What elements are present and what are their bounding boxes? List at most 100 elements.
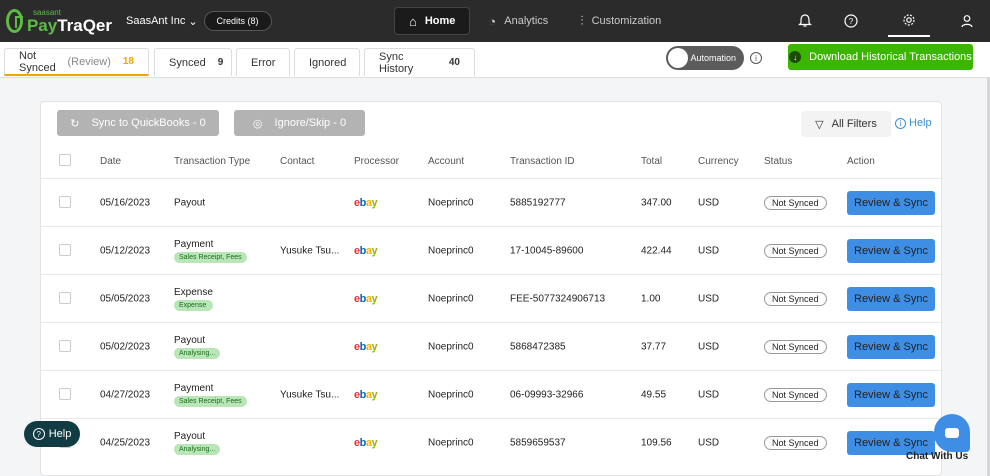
cell-transaction-type: Payment Sales Receipt, Fees [174, 239, 247, 263]
ignore-skip-button[interactable]: ◎ Ignore/Skip - 0 [234, 110, 365, 136]
row-checkbox[interactable] [59, 388, 71, 400]
logo[interactable]: saasant PayTraQer [6, 8, 112, 35]
cell-account: Noeprinc0 [428, 341, 474, 352]
tab-error[interactable]: Error [236, 48, 290, 76]
tab-label: Not Synced [19, 49, 56, 74]
transaction-tag-badge: Sales Receipt, Fees [174, 251, 247, 263]
row-checkbox[interactable] [59, 340, 71, 352]
tab-label: Error [251, 56, 276, 69]
customization-icon: ⫶ [580, 13, 584, 28]
download-label: Download Historical Transactions [809, 51, 972, 63]
cell-contact: Yusuke Tsu... [280, 389, 340, 400]
logo-name-a: Pay [26, 15, 58, 35]
cell-currency: USD [698, 437, 720, 448]
column-header-transaction-type[interactable]: Transaction Type [174, 156, 250, 167]
ebay-letter-y: y [371, 196, 378, 209]
status-badge: Not Synced [764, 243, 827, 258]
review-sync-button[interactable]: Review & Sync [847, 382, 935, 407]
ebay-logo-icon: ebay [354, 196, 378, 209]
user-icon[interactable] [958, 12, 976, 30]
analytics-icon: ◔ [488, 13, 497, 29]
filters-label: All Filters [831, 118, 877, 130]
review-sync-button[interactable]: Review & Sync [847, 334, 935, 359]
status-badge: Not Synced [764, 339, 827, 354]
table-row[interactable]: 05/12/2023 Payment Sales Receipt, Fees Yusu… [41, 226, 941, 274]
transaction-type-label: Payment [174, 382, 214, 394]
review-sync-button[interactable]: Review & Sync [847, 286, 935, 311]
review-sync-button[interactable]: Review & Sync [847, 238, 935, 263]
row-checkbox[interactable] [59, 244, 71, 256]
column-header-total[interactable]: Total [641, 156, 662, 167]
column-header-status[interactable]: Status [764, 156, 792, 167]
cell-total: 422.44 [641, 245, 672, 256]
credits-badge[interactable]: Credits (8) [203, 11, 272, 31]
column-header-account[interactable]: Account [428, 156, 464, 167]
download-icon: ↓ [789, 51, 802, 63]
transaction-tag-badge: Expense [174, 299, 213, 311]
company-selector[interactable]: SaasAnt Inc ⌄ [126, 15, 198, 28]
status-badge: Not Synced [764, 195, 827, 210]
nav-analytics-label: Analytics [504, 15, 549, 27]
svg-text:?: ? [849, 17, 854, 26]
table-row[interactable]: 05/02/2023 Payout Analysing... ebay Noeprinc… [41, 322, 941, 370]
tab-not-synced[interactable]: Not Synced (Review) 18 [4, 48, 149, 76]
top-bar: saasant PayTraQer SaasAnt Inc ⌄ Credits … [0, 0, 990, 42]
automation-label: Automation [690, 53, 736, 63]
cell-account: Noeprinc0 [428, 197, 474, 208]
help-floating-button[interactable]: ? Help [24, 421, 80, 447]
table-row[interactable]: 05/16/2023 Payout ebay Noeprinc0 5885192777 3… [41, 178, 941, 226]
info-icon: i [895, 117, 906, 129]
cell-total: 37.77 [641, 341, 667, 352]
nav-home-label: Home [424, 15, 456, 27]
chat-icon[interactable] [934, 414, 970, 452]
cell-date: 05/16/2023 [100, 197, 151, 208]
status-badge: Not Synced [764, 291, 827, 306]
company-name: SaasAnt Inc [126, 15, 186, 27]
column-header-processor[interactable]: Processor [354, 156, 399, 167]
help-link[interactable]: i Help [895, 117, 932, 129]
row-checkbox[interactable] [59, 292, 71, 304]
column-header-date[interactable]: Date [100, 156, 121, 167]
table-row[interactable]: 04/25/2023 Payout Analysing... ebay Noeprinc… [41, 418, 941, 466]
all-filters-button[interactable]: ▽ All Filters [801, 111, 891, 137]
cell-transaction-id: 06-09993-32966 [510, 389, 584, 400]
tab-label: Sync History [379, 50, 414, 75]
info-icon[interactable]: i [750, 52, 762, 64]
table-row[interactable]: 05/05/2023 Expense Expense ebay Noeprinc0 FEE… [41, 274, 941, 322]
chat-with-us-label[interactable]: Chat With Us [906, 451, 968, 462]
ebay-letter-y: y [371, 388, 378, 401]
column-header-contact[interactable]: Contact [280, 156, 314, 167]
column-header-transaction-id[interactable]: Transaction ID [510, 156, 575, 167]
row-checkbox[interactable] [59, 196, 71, 208]
bell-icon[interactable] [796, 12, 814, 30]
transaction-type-label: Expense [174, 286, 213, 298]
select-all-checkbox[interactable] [59, 154, 71, 166]
gear-icon[interactable] [888, 5, 930, 37]
sync-to-quickbooks-button[interactable]: ↻ Sync to QuickBooks - 0 [57, 110, 219, 136]
tab-sync-history[interactable]: Sync History 40 [364, 48, 475, 76]
column-header-currency[interactable]: Currency [698, 156, 739, 167]
cell-currency: USD [698, 197, 720, 208]
nav-home[interactable]: ⌂ Home [394, 7, 471, 35]
tab-synced[interactable]: Synced 9 [154, 48, 232, 76]
tab-ignored[interactable]: Ignored [294, 48, 360, 76]
ebay-logo-icon: ebay [354, 341, 378, 353]
transaction-type-label: Payout [174, 334, 206, 346]
nav-analytics[interactable]: ◔ Analytics [474, 7, 562, 35]
column-header-action[interactable]: Action [847, 156, 875, 167]
help-circle-icon: ? [32, 428, 45, 440]
nav-customization[interactable]: ⫶ Customization [566, 7, 675, 35]
cell-date: 04/27/2023 [100, 389, 151, 400]
logo-icon [6, 9, 23, 33]
review-sync-button[interactable]: Review & Sync [847, 190, 935, 215]
tab-label: Synced [169, 56, 206, 69]
help-circle-icon[interactable]: ? [842, 12, 860, 30]
chevron-down-icon: ⌄ [188, 15, 198, 28]
ebay-letter-y: y [371, 244, 378, 257]
automation-toggle[interactable]: Automation [666, 46, 744, 70]
table-row[interactable]: 04/27/2023 Payment Sales Receipt, Fees Yusu… [41, 370, 941, 418]
cell-transaction-id: 5868472385 [510, 341, 566, 352]
download-historical-button[interactable]: ↓ Download Historical Transactions [788, 44, 973, 70]
cell-date: 04/25/2023 [100, 437, 151, 448]
cell-total: 109.56 [641, 437, 672, 448]
